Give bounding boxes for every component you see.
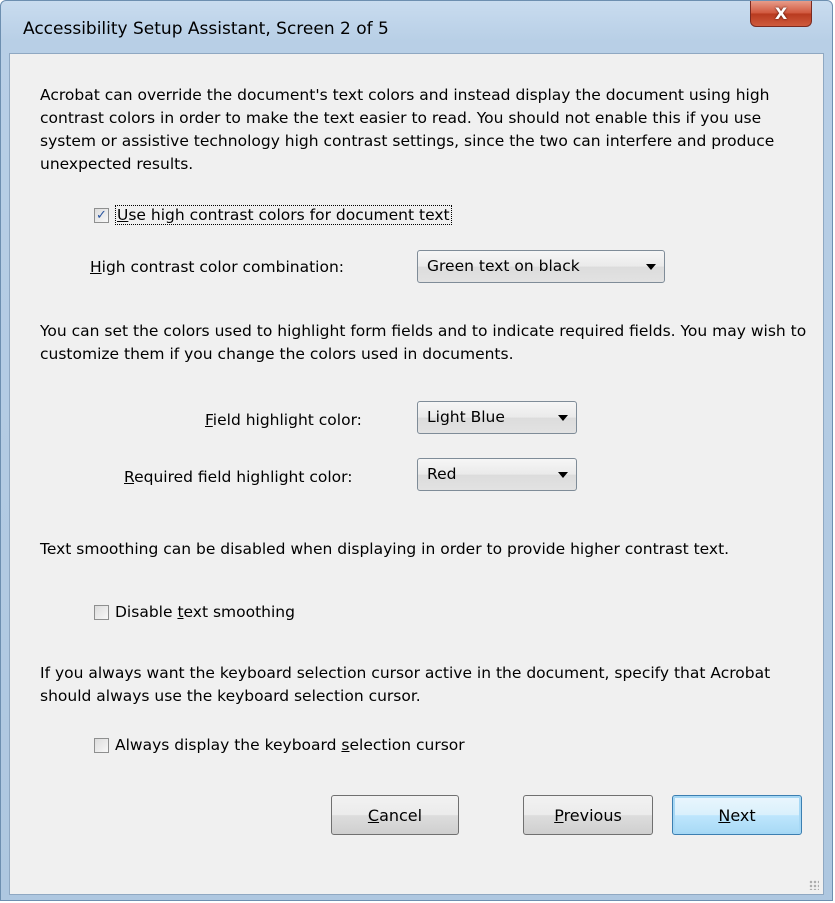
next-button[interactable]: Next xyxy=(672,795,802,835)
cancel-button-label: Cancel xyxy=(367,805,423,825)
high-contrast-checkbox-label: Use high contrast colors for document te… xyxy=(115,205,452,225)
required-highlight-label: Required field highlight color: xyxy=(124,468,353,486)
cursor-checkbox-label: Always display the keyboard selection cu… xyxy=(115,736,465,754)
chevron-down-icon xyxy=(558,415,568,421)
cursor-checkbox-row[interactable]: Always display the keyboard selection cu… xyxy=(94,736,465,754)
high-contrast-checkbox-row[interactable]: ✓ Use high contrast colors for document … xyxy=(94,205,452,225)
chevron-down-icon xyxy=(558,472,568,478)
high-contrast-combo-label: High contrast color combination: xyxy=(90,258,344,276)
window-title: Accessibility Setup Assistant, Screen 2 … xyxy=(23,19,389,39)
smoothing-checkbox-label: Disable text smoothing xyxy=(115,603,295,621)
smoothing-checkbox[interactable] xyxy=(94,604,109,620)
intro-paragraph: Acrobat can override the document's text… xyxy=(40,86,775,173)
required-highlight-combo[interactable]: Red xyxy=(417,458,577,491)
high-contrast-checkbox[interactable]: ✓ xyxy=(94,207,109,223)
close-button[interactable]: X xyxy=(750,1,812,27)
cancel-button[interactable]: Cancel xyxy=(331,795,459,835)
high-contrast-combo-value: Green text on black xyxy=(427,257,580,275)
required-highlight-value: Red xyxy=(427,465,457,483)
cursor-paragraph: If you always want the keyboard selectio… xyxy=(40,664,771,705)
dialog-content: Acrobat can override the document's text… xyxy=(9,53,824,895)
dialog-window: Accessibility Setup Assistant, Screen 2 … xyxy=(0,0,833,901)
form-fields-paragraph: You can set the colors used to highlight… xyxy=(40,322,807,363)
close-icon: X xyxy=(774,4,788,23)
high-contrast-combo[interactable]: Green text on black xyxy=(417,250,665,283)
previous-button[interactable]: Previous xyxy=(523,795,653,835)
chevron-down-icon xyxy=(646,264,656,270)
smoothing-paragraph: Text smoothing can be disabled when disp… xyxy=(40,540,730,558)
previous-button-label: Previous xyxy=(554,805,622,825)
next-button-label: Next xyxy=(718,805,756,825)
checkmark-icon: ✓ xyxy=(96,207,107,223)
title-bar[interactable]: Accessibility Setup Assistant, Screen 2 … xyxy=(1,1,832,53)
field-highlight-value: Light Blue xyxy=(427,408,505,426)
field-highlight-combo[interactable]: Light Blue xyxy=(417,401,577,434)
resize-grip[interactable] xyxy=(809,880,819,890)
cursor-checkbox[interactable] xyxy=(94,737,109,753)
smoothing-checkbox-row[interactable]: Disable text smoothing xyxy=(94,603,295,621)
field-highlight-label: Field highlight color: xyxy=(205,411,362,429)
